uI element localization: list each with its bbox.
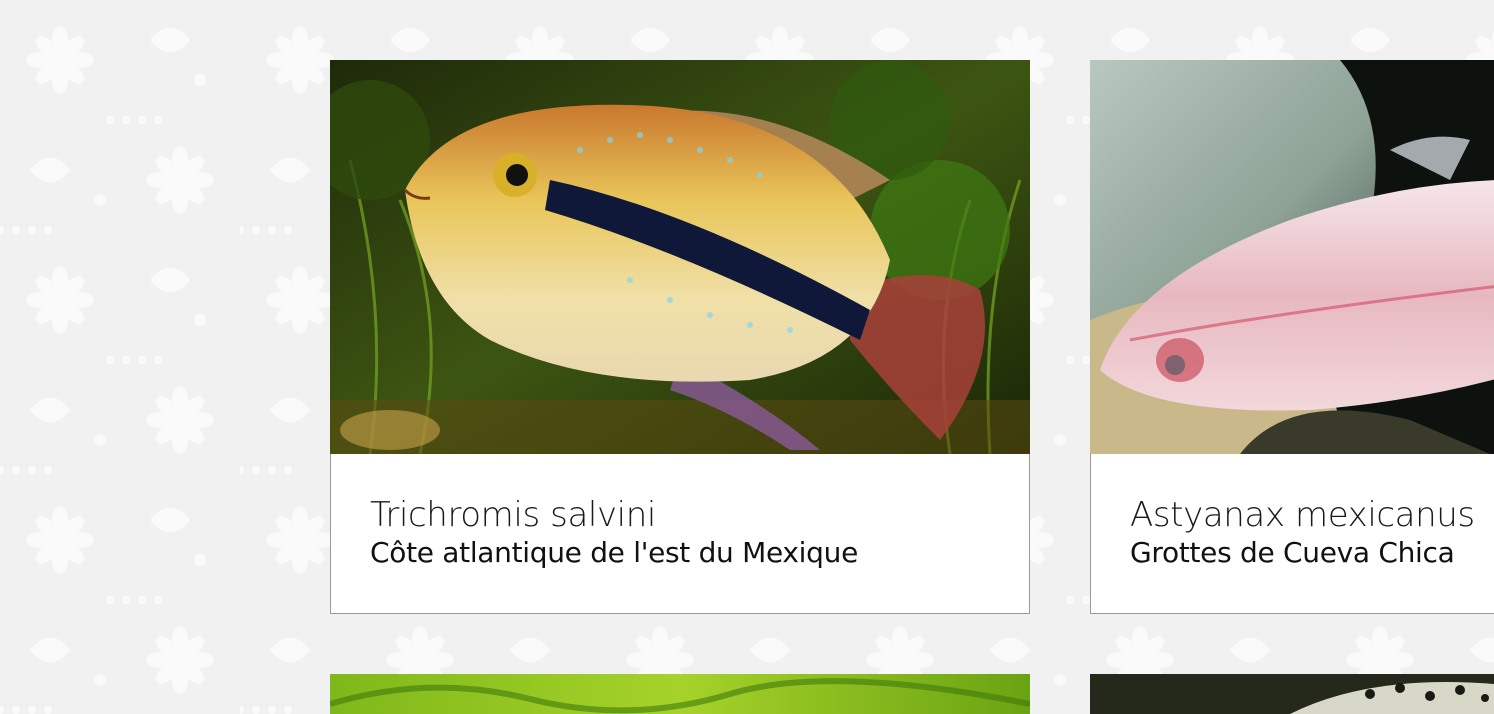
species-card-partial[interactable] [1090, 674, 1494, 714]
spotted-fish-photo-icon [1090, 674, 1494, 714]
card-caption: Astyanax mexicanus Grottes de Cueva Chic… [1090, 454, 1494, 614]
fish-photo[interactable] [330, 60, 1030, 454]
cichlid-fish-photo-icon [330, 60, 1030, 454]
species-card-partial[interactable] [330, 674, 1030, 714]
blind-cave-fish-photo-icon [1090, 60, 1494, 454]
species-name: Astyanax mexicanus [1130, 495, 1475, 535]
fish-photo[interactable] [1090, 60, 1494, 454]
species-name: Trichromis salvini [370, 495, 656, 535]
species-card[interactable]: Trichromis salvini Côte atlantique de l'… [330, 60, 1030, 614]
species-origin: Grottes de Cueva Chica [1130, 536, 1455, 569]
species-origin: Côte atlantique de l'est du Mexique [370, 536, 858, 569]
aquatic-plant-photo-icon [330, 674, 1030, 714]
species-card[interactable]: Astyanax mexicanus Grottes de Cueva Chic… [1090, 60, 1494, 614]
card-caption: Trichromis salvini Côte atlantique de l'… [330, 454, 1030, 614]
